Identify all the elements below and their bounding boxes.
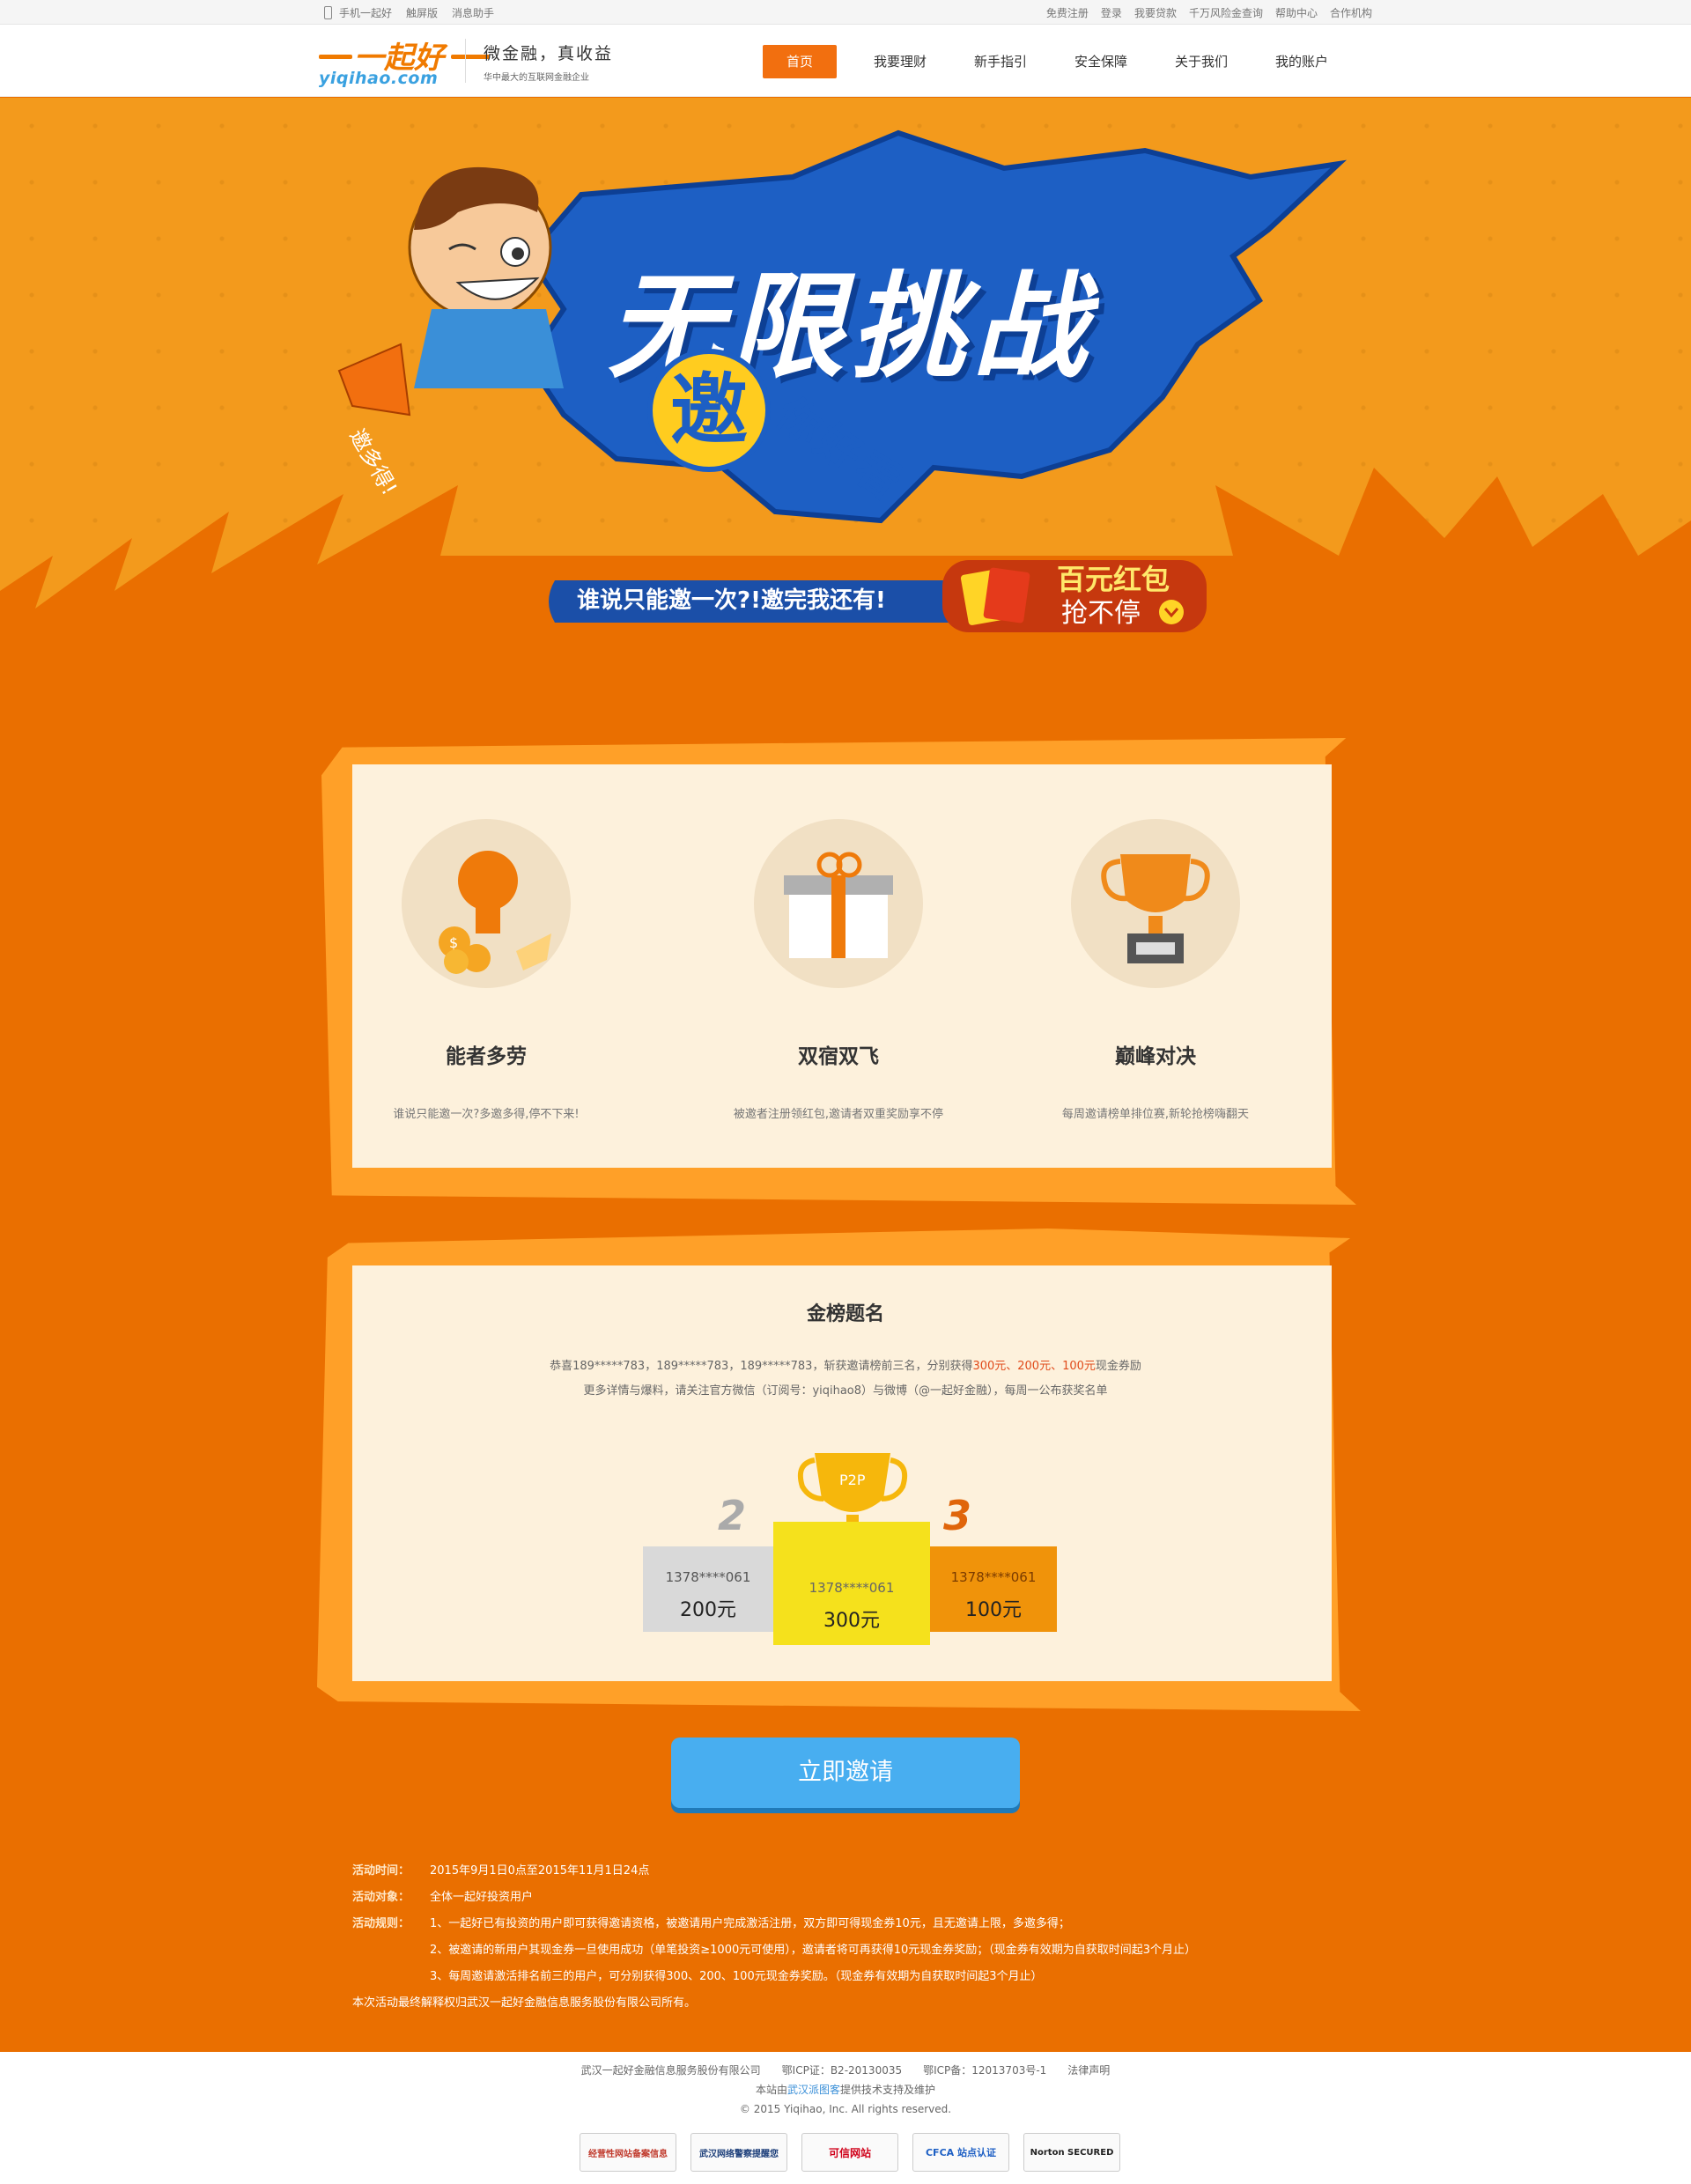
invite-now-button[interactable]: 立即邀请 <box>671 1738 1020 1808</box>
rule-target: 活动对象： 全体一起好投资用户 <box>352 1885 1356 1911</box>
podium-phone: 1378****061 <box>809 1580 895 1596</box>
rule-item: 3、每周邀请激活排名前三的用户，可分别获得300、200、100元现金券奖励。（… <box>430 1970 1043 1983</box>
nav-about[interactable]: 关于我们 <box>1164 45 1238 78</box>
site-logo[interactable]: 一起好 yiqihao.com <box>319 35 490 88</box>
ranking-prize-amounts: 300元、200元、100元 <box>972 1360 1096 1373</box>
footer-copyright: © 2015 Yiqihao, Inc. All rights reserved… <box>739 2103 952 2115</box>
activity-rules: 活动时间： 2015年9月1日0点至2015年11月1日24点 活动对象： 全体… <box>352 1858 1356 2017</box>
top-right-links: 免费注册 登录 我要贷款 千万风险金查询 帮助中心 合作机构 <box>1046 5 1372 20</box>
podium-second: 2 1378****061 200元 <box>643 1492 773 1632</box>
podium-phone: 1378****061 <box>950 1569 1037 1585</box>
rule-items-label: 活动规则： <box>352 1917 410 1930</box>
link-login[interactable]: 登录 <box>1101 5 1122 20</box>
megaphone <box>337 343 411 417</box>
gift-box-icon <box>754 819 923 988</box>
svg-text:$: $ <box>449 934 458 951</box>
link-register[interactable]: 免费注册 <box>1046 5 1089 20</box>
nav-account[interactable]: 我的账户 <box>1265 45 1339 78</box>
podium-third: 3 1378****061 100元 <box>930 1492 1057 1632</box>
feature-peak: 巅峰对决 每周邀请榜单排位赛,新轮抢榜嗨翻天 <box>1032 819 1279 1121</box>
badge-police[interactable]: 武汉网络警察提醒您 <box>690 2133 787 2172</box>
rule-item: 2、被邀请的新用户其现金券一旦使用成功（单笔投资≥1000元可使用），邀请者将可… <box>430 1944 1197 1957</box>
cartoon-body <box>414 309 564 388</box>
feature-title: 双宿双飞 <box>798 1045 879 1068</box>
link-touch-version[interactable]: 触屏版 <box>406 5 438 20</box>
mobile-phone-icon <box>324 6 332 19</box>
podium-first: 1378****061 300元 <box>773 1522 930 1645</box>
ranking-announce: 恭喜189*****783，189*****783，189*****783，斩获… <box>0 1356 1691 1373</box>
slogan: 微金融，真收益 华中最大的互联网金融企业 <box>465 39 613 83</box>
main-header: 一起好 yiqihao.com 微金融，真收益 华中最大的互联网金融企业 首页 … <box>0 25 1691 97</box>
hero-banner: 无限挑战 邀 你好看 谁说只能邀一次?!邀完我还有! 百元红包 抢不停 邀多得! <box>0 98 1691 714</box>
top-left-links: 手机一起好 触屏版 消息助手 <box>324 5 494 20</box>
footer-support-pre: 本站由 <box>755 2084 787 2096</box>
link-partners[interactable]: 合作机构 <box>1330 5 1372 20</box>
podium-rank: 2 <box>718 1492 747 1539</box>
ranking-announce-post: 现金券励 <box>1095 1360 1141 1373</box>
rule-items: 活动规则： 1、一起好已有投资的用户即可获得邀请资格，被邀请用户完成激活注册，双… <box>352 1911 1356 1990</box>
nav-home[interactable]: 首页 <box>763 45 837 78</box>
nav-guide[interactable]: 新手指引 <box>964 45 1037 78</box>
feature-double: 双宿双飞 被邀者注册领红包,邀请者双重奖励享不停 <box>715 819 962 1121</box>
footer-company: 武汉一起好金融信息服务股份有限公司 鄂ICP证：B2-20130035 鄂ICP… <box>580 2064 1111 2077</box>
logo-dash-left <box>319 55 352 59</box>
podium-amount: 300元 <box>823 1610 880 1632</box>
hero-badge: 邀 <box>647 349 771 472</box>
feature-title: 能者多劳 <box>446 1045 527 1068</box>
slogan-main: 微金融，真收益 <box>484 44 614 63</box>
hero-tagline: 谁说只能邀一次?!邀完我还有! <box>577 587 886 614</box>
redpack-line2: 抢不停 <box>1061 598 1141 629</box>
bulb-coins-icon: $ <box>402 819 571 988</box>
chevron-down-icon <box>1159 600 1184 624</box>
link-message-helper[interactable]: 消息助手 <box>452 5 494 20</box>
badge-trusted-site[interactable]: 可信网站 <box>801 2133 898 2172</box>
footer-support-post: 提供技术支持及维护 <box>840 2084 936 2096</box>
footer-support: 本站由武汉派图客提供技术支持及维护 <box>0 2080 1691 2099</box>
feature-desc: 被邀者注册领红包,邀请者双重奖励享不停 <box>733 1108 944 1121</box>
rule-item: 1、一起好已有投资的用户即可获得邀请资格，被邀请用户完成激活注册，双方即可得现金… <box>430 1917 1070 1930</box>
badge-filing[interactable]: 经营性网站备案信息 <box>580 2133 676 2172</box>
logo-domain: yiqihao.com <box>319 69 439 88</box>
ranking-details: 更多详情与爆料，请关注官方微信（订阅号：yiqihao8）与微博（@一起好金融）… <box>583 1384 1108 1398</box>
hero-art <box>0 129 1691 714</box>
link-loan[interactable]: 我要贷款 <box>1134 5 1177 20</box>
footer-support-link[interactable]: 武汉派图客 <box>787 2084 840 2096</box>
link-help[interactable]: 帮助中心 <box>1275 5 1318 20</box>
feature-desc: 每周邀请榜单排位赛,新轮抢榜嗨翻天 <box>1061 1108 1250 1121</box>
nav-security[interactable]: 安全保障 <box>1064 45 1138 78</box>
top-utility-bar: 手机一起好 触屏版 消息助手 免费注册 登录 我要贷款 千万风险金查询 帮助中心… <box>0 0 1691 25</box>
nav-invest[interactable]: 我要理财 <box>863 45 937 78</box>
redpack-card2 <box>983 567 1030 623</box>
ranking-title: 金榜题名 <box>806 1303 884 1325</box>
podium-amount: 100元 <box>965 1599 1022 1621</box>
podium-rank: 3 <box>943 1492 972 1539</box>
feature-title: 巅峰对决 <box>1115 1045 1196 1068</box>
feature-capable: $ 能者多劳 谁说只能邀一次?多邀多得,停不下来! <box>363 819 609 1121</box>
rule-time-label: 活动时间： <box>352 1864 410 1878</box>
feature-desc: 谁说只能邀一次?多邀多得,停不下来! <box>393 1108 580 1121</box>
footer: 武汉一起好金融信息服务股份有限公司 鄂ICP证：B2-20130035 鄂ICP… <box>0 2052 1691 2184</box>
main-nav: 首页 我要理财 新手指引 安全保障 关于我们 我的账户 <box>763 45 1365 78</box>
rule-note: 本次活动最终解释权归武汉一起好金融信息服务股份有限公司所有。 <box>352 1996 697 2010</box>
podium-phone: 1378****061 <box>665 1569 751 1585</box>
rule-target-label: 活动对象： <box>352 1891 410 1904</box>
link-mobile[interactable]: 手机一起好 <box>339 5 392 20</box>
trust-badges: 经营性网站备案信息 武汉网络警察提醒您 可信网站 CFCA 站点认证 Norto… <box>580 2133 1120 2172</box>
ranking-announce-pre: 恭喜189*****783，189*****783，189*****783，斩获… <box>550 1360 973 1373</box>
badge-norton[interactable]: Norton SECURED <box>1023 2133 1120 2172</box>
rule-time: 活动时间： 2015年9月1日0点至2015年11月1日24点 <box>352 1858 1356 1885</box>
badge-cfca[interactable]: CFCA 站点认证 <box>912 2133 1009 2172</box>
rule-target-value: 全体一起好投资用户 <box>430 1891 534 1904</box>
link-risk-fund[interactable]: 千万风险金查询 <box>1189 5 1263 20</box>
podium-amount: 200元 <box>680 1599 736 1621</box>
slogan-sub: 华中最大的互联网金融企业 <box>484 73 589 83</box>
trophy-icon <box>1071 819 1240 988</box>
trophy-label: P2P <box>839 1472 866 1488</box>
rule-time-value: 2015年9月1日0点至2015年11月1日24点 <box>430 1864 650 1878</box>
